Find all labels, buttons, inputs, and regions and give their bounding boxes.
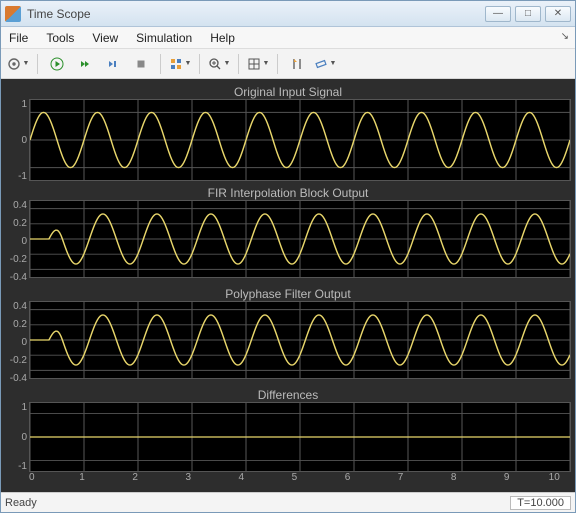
cursors-button[interactable]	[284, 53, 310, 75]
chart-1: FIR Interpolation Block Output 0.40.20-0…	[5, 184, 571, 283]
y-axis: 0.40.20-0.2-0.4	[5, 200, 29, 283]
toolbar-separator	[277, 54, 278, 74]
chart-area[interactable]: 0.40.20-0.2-0.4	[5, 301, 571, 384]
chart-title: Original Input Signal	[5, 83, 571, 99]
chart-title: Differences	[5, 386, 571, 402]
toolbar-separator	[37, 54, 38, 74]
chart-area[interactable]: 10-1	[5, 402, 571, 472]
plot-surface[interactable]	[29, 402, 571, 472]
toolbar-separator	[160, 54, 161, 74]
statusbar: Ready T=10.000	[1, 492, 575, 512]
menu-view[interactable]: View	[92, 31, 118, 45]
x-axis: 012345678910	[5, 472, 571, 486]
zoom-button[interactable]: ▼	[206, 53, 232, 75]
measure-button[interactable]: ▼	[312, 53, 338, 75]
minimize-button[interactable]: —	[485, 6, 511, 22]
toolbar-separator	[238, 54, 239, 74]
chart-title: Polyphase Filter Output	[5, 285, 571, 301]
settings-button[interactable]: ▼	[5, 53, 31, 75]
chart-2: Polyphase Filter Output 0.40.20-0.2-0.4	[5, 285, 571, 384]
menubar: File Tools View Simulation Help ↘	[1, 27, 575, 49]
toolbar: ▼ ▼ ▼ ▼ ▼	[1, 49, 575, 79]
signals-button[interactable]: ▼	[167, 53, 193, 75]
window-buttons: — □ ✕	[485, 6, 571, 22]
titlebar[interactable]: Time Scope — □ ✕	[1, 1, 575, 27]
run-advance-button[interactable]	[72, 53, 98, 75]
menu-tools[interactable]: Tools	[46, 31, 74, 45]
menu-help[interactable]: Help	[210, 31, 235, 45]
close-button[interactable]: ✕	[545, 6, 571, 22]
run-button[interactable]	[44, 53, 70, 75]
chart-0: Original Input Signal 10-1	[5, 83, 571, 182]
menu-simulation[interactable]: Simulation	[136, 31, 192, 45]
dock-icon[interactable]: ↘	[561, 31, 569, 42]
scope-panel: Original Input Signal 10-1 FIR Interpola…	[1, 79, 575, 492]
status-time: T=10.000	[510, 496, 571, 510]
y-axis: 10-1	[5, 99, 29, 182]
plot-surface[interactable]	[29, 200, 571, 278]
window-title: Time Scope	[27, 7, 485, 21]
window: Time Scope — □ ✕ File Tools View Simulat…	[0, 0, 576, 513]
toolbar-separator	[199, 54, 200, 74]
autoscale-button[interactable]: ▼	[245, 53, 271, 75]
maximize-button[interactable]: □	[515, 6, 541, 22]
chart-area[interactable]: 10-1	[5, 99, 571, 182]
chart-title: FIR Interpolation Block Output	[5, 184, 571, 200]
step-button[interactable]	[100, 53, 126, 75]
chart-3: Differences 10-1 012345678910	[5, 386, 571, 486]
menu-file[interactable]: File	[9, 31, 28, 45]
plot-surface[interactable]	[29, 301, 571, 379]
app-icon	[5, 6, 21, 22]
chart-area[interactable]: 0.40.20-0.2-0.4	[5, 200, 571, 283]
stop-button[interactable]	[128, 53, 154, 75]
y-axis: 10-1	[5, 402, 29, 472]
status-text: Ready	[5, 497, 510, 509]
plot-surface[interactable]	[29, 99, 571, 181]
y-axis: 0.40.20-0.2-0.4	[5, 301, 29, 384]
